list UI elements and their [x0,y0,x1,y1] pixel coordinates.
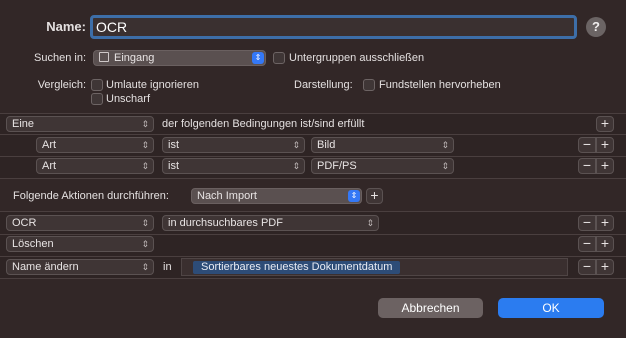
actions-trigger-value: Nach Import [197,190,257,202]
match-select-value: Eine [12,118,35,130]
separator [0,134,626,135]
match-text: der folgenden Bedingungen ist/sind erfül… [162,118,365,130]
add-action-button[interactable]: + [366,188,383,204]
display-label: Darstellung: [294,79,353,91]
condition-op-value: ist [168,139,179,151]
chevron-updown-icon: ⇕ [141,119,149,129]
remove-action-button[interactable]: − [578,236,596,252]
chevron-updown-icon: ⇕ [141,239,149,249]
ok-button[interactable]: OK [498,298,604,318]
add-action-button[interactable]: + [596,215,614,231]
search-in-popup[interactable]: Eingang ⇕ [93,50,266,66]
name-label: Name: [46,19,86,34]
add-condition-button[interactable]: + [596,137,614,153]
add-condition-button[interactable]: + [596,116,614,132]
name-input[interactable] [93,18,574,36]
inbox-icon [99,52,109,62]
chevron-updown-icon: ⇕ [292,161,300,171]
actions-label: Folgende Aktionen durchführen: [13,190,169,202]
exclude-subgroups-label: Untergruppen ausschließen [289,52,425,64]
chevron-updown-icon: ⇕ [141,262,149,272]
add-condition-button[interactable]: + [596,158,614,174]
add-action-button[interactable]: + [596,259,614,275]
action-select[interactable]: Löschen ⇕ [6,236,154,252]
separator [0,256,626,257]
chevron-updown-icon: ⇕ [441,140,449,150]
remove-condition-button[interactable]: − [578,137,596,153]
action-option-value: in durchsuchbares PDF [168,217,283,229]
remove-condition-button[interactable]: − [578,158,596,174]
separator [0,178,626,179]
fuzzy-label: Unscharf [106,93,151,105]
condition-value-value: Bild [317,139,336,151]
separator [0,211,626,212]
match-select[interactable]: Eine ⇕ [6,116,154,132]
highlight-label: Fundstellen hervorheben [379,79,501,91]
separator [0,113,626,114]
exclude-subgroups-checkbox[interactable] [273,52,285,64]
chevron-updown-icon: ⇕ [252,52,264,64]
condition-field-value: Art [42,160,57,172]
search-in-value: Eingang [114,52,155,64]
chevron-updown-icon: ⇕ [366,218,374,228]
chevron-updown-icon: ⇕ [141,161,149,171]
smart-rule-dialog: Name: ? Suchen in: Eingang ⇕ Untergruppe… [0,0,626,338]
remove-action-button[interactable]: − [578,215,596,231]
compare-label: Vergleich: [37,79,86,91]
condition-op-select[interactable]: ist ⇕ [162,158,305,174]
separator [0,234,626,235]
action-value: Löschen [12,238,54,250]
chevron-updown-icon: ⇕ [141,218,149,228]
actions-trigger-select[interactable]: Nach Import ⇕ [191,188,362,204]
chevron-updown-icon: ⇕ [348,190,360,202]
highlight-checkbox[interactable] [363,79,375,91]
separator [0,278,626,279]
condition-value-value: PDF/PS [317,160,357,172]
condition-op-select[interactable]: ist ⇕ [162,137,305,153]
cancel-button[interactable]: Abbrechen [378,298,483,318]
condition-value-select[interactable]: Bild ⇕ [311,137,454,153]
action-option-select[interactable]: in durchsuchbares PDF ⇕ [162,215,379,231]
condition-field-select[interactable]: Art ⇕ [36,158,154,174]
remove-action-button[interactable]: − [578,259,596,275]
fuzzy-checkbox[interactable] [91,93,103,105]
action-value: OCR [12,217,37,229]
condition-field-value: Art [42,139,57,151]
ignore-umlauts-label: Umlaute ignorieren [106,79,199,91]
chevron-updown-icon: ⇕ [292,140,300,150]
condition-field-select[interactable]: Art ⇕ [36,137,154,153]
add-action-button[interactable]: + [596,236,614,252]
action-value: Name ändern [12,261,79,273]
search-in-label: Suchen in: [34,52,86,64]
name-field[interactable] [90,15,577,39]
ignore-umlauts-checkbox[interactable] [91,79,103,91]
separator [0,156,626,157]
help-button[interactable]: ? [586,17,606,37]
date-token[interactable]: Sortierbares neuestes Dokumentdatum [193,261,401,274]
action-select[interactable]: Name ändern ⇕ [6,259,154,275]
in-label: in [163,261,172,273]
condition-op-value: ist [168,160,179,172]
chevron-updown-icon: ⇕ [441,161,449,171]
chevron-updown-icon: ⇕ [141,140,149,150]
condition-value-select[interactable]: PDF/PS ⇕ [311,158,454,174]
action-select[interactable]: OCR ⇕ [6,215,154,231]
